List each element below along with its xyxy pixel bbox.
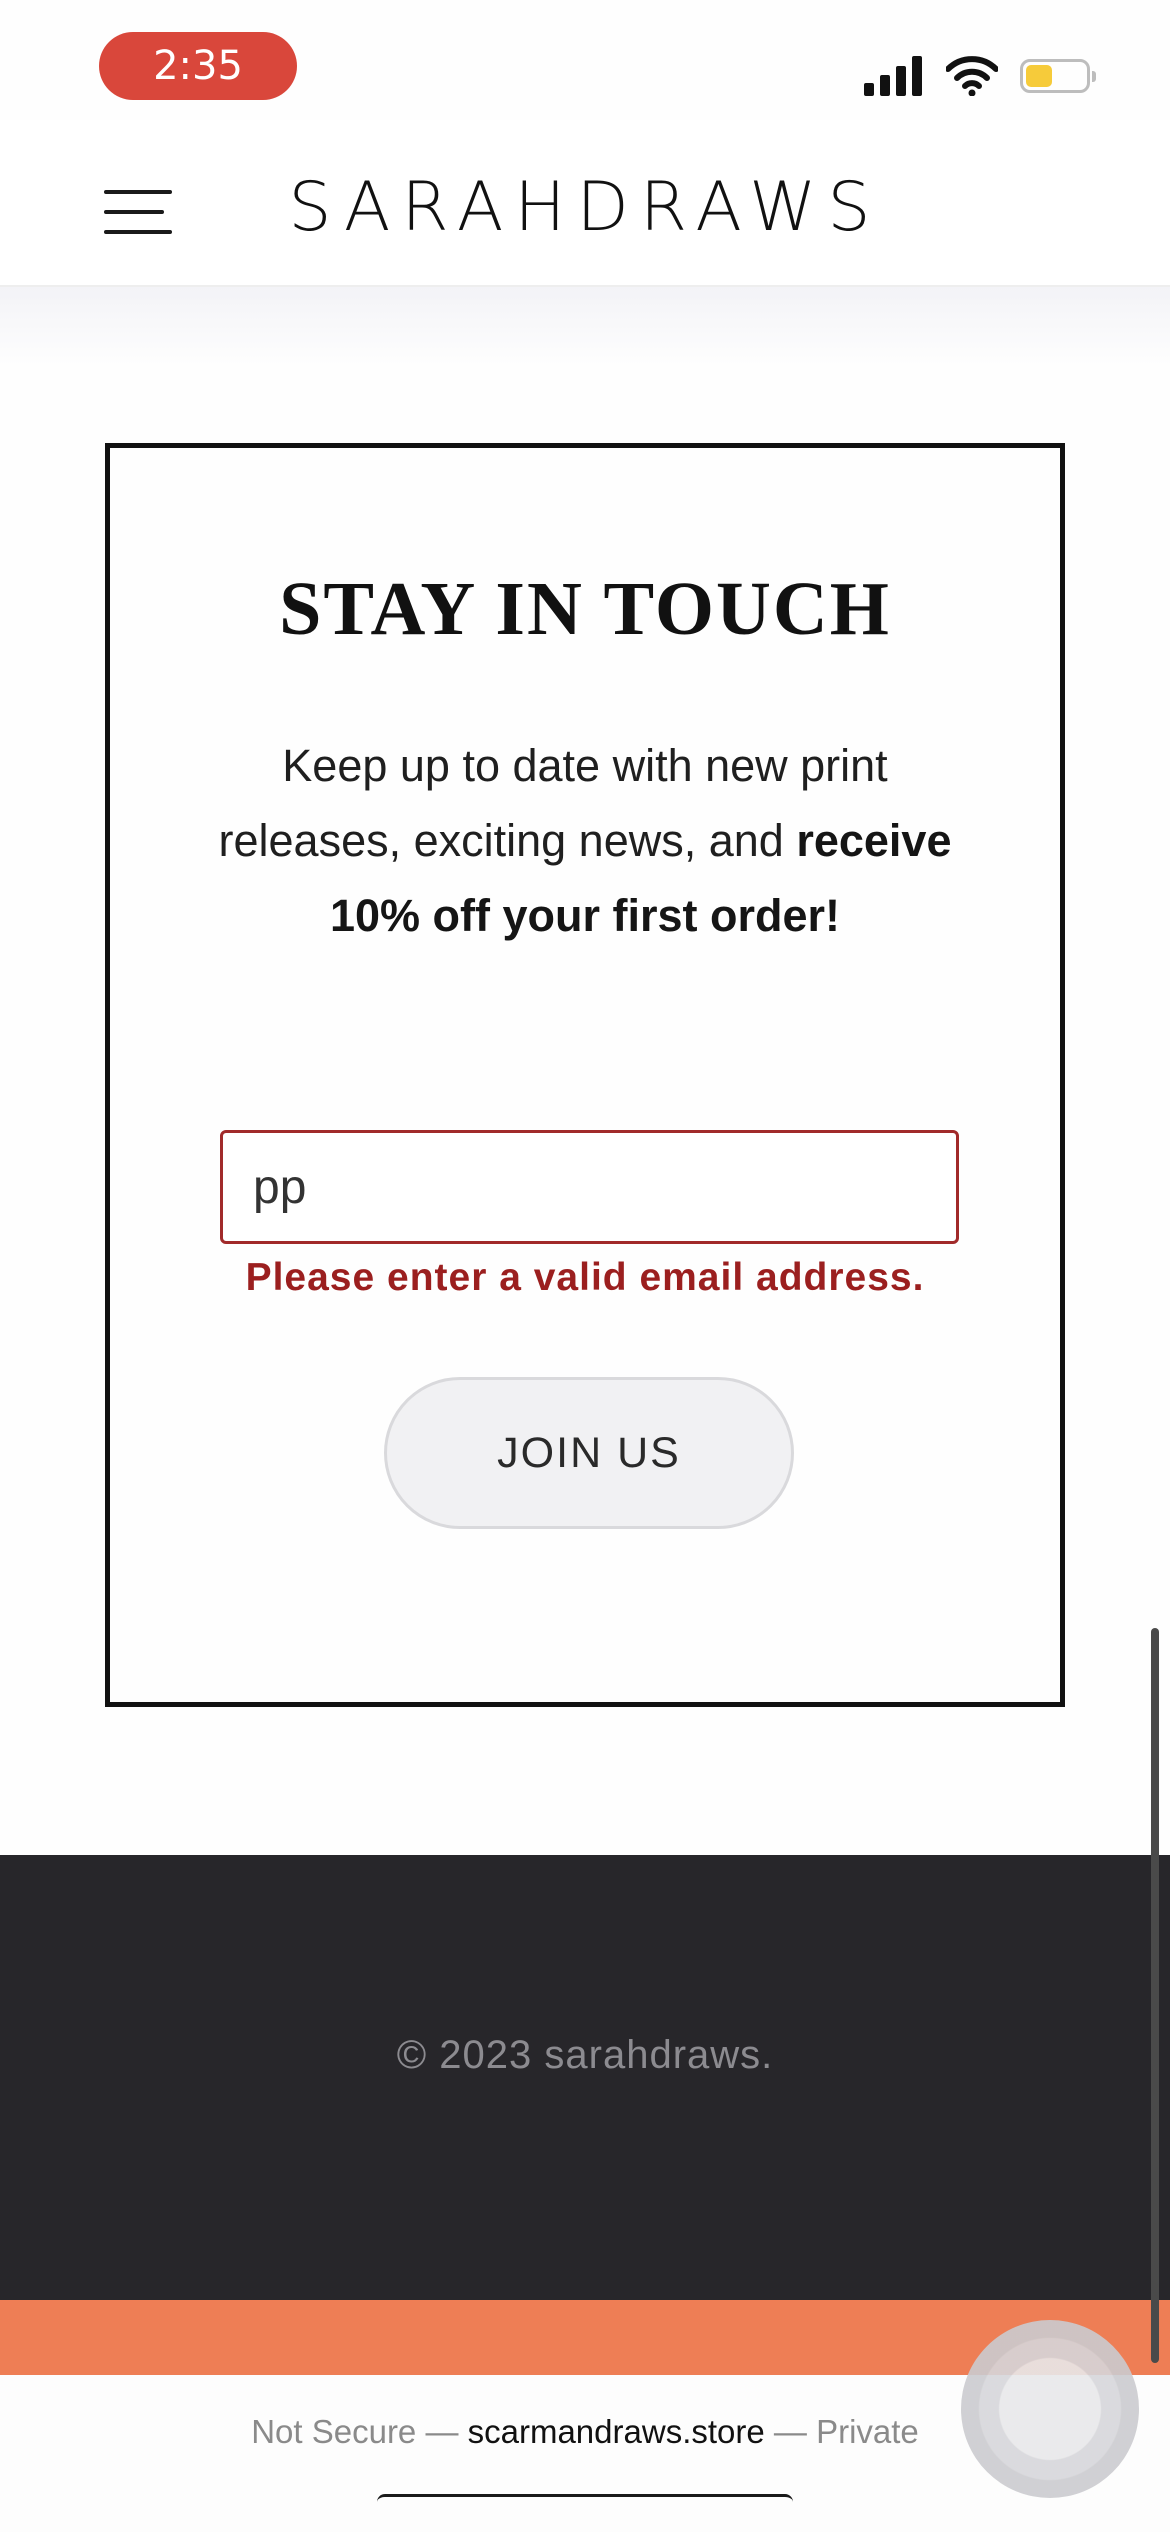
signal-icon [864, 56, 922, 96]
email-field[interactable] [220, 1130, 959, 1244]
header-shadow [0, 287, 1170, 367]
newsletter-description: Keep up to date with new print releases,… [210, 728, 960, 953]
newsletter-title: STAY IN TOUCH [279, 567, 891, 651]
url-domain: scarmandraws.store [467, 2413, 765, 2450]
hamburger-menu-icon[interactable] [104, 190, 172, 236]
security-status: Not Secure — [251, 2413, 468, 2450]
status-icons [864, 52, 1096, 100]
assistive-touch-button[interactable] [961, 2320, 1139, 2498]
newsletter-card: STAY IN TOUCH Keep up to date with new p… [105, 443, 1065, 1707]
site-footer: © 2023 sarahdraws. [0, 1855, 1170, 2300]
browsing-mode: — Private [764, 2413, 919, 2450]
site-header: SARAHDRAWS [0, 120, 1170, 287]
copyright-text: © 2023 sarahdraws. [396, 2033, 774, 2077]
email-error-message: Please enter a valid email address. [245, 1256, 925, 1299]
status-time: 2:35 [99, 32, 297, 100]
newsletter-text-regular: Keep up to date with new print releases,… [218, 740, 888, 866]
battery-level [1026, 65, 1052, 87]
site-logo[interactable]: SARAHDRAWS [180, 168, 990, 247]
home-indicator[interactable] [377, 2494, 793, 2505]
battery-icon [1020, 59, 1096, 93]
scrollbar[interactable] [1151, 1628, 1159, 2363]
wifi-icon [946, 56, 998, 96]
join-us-button[interactable]: JOIN US [384, 1377, 794, 1529]
